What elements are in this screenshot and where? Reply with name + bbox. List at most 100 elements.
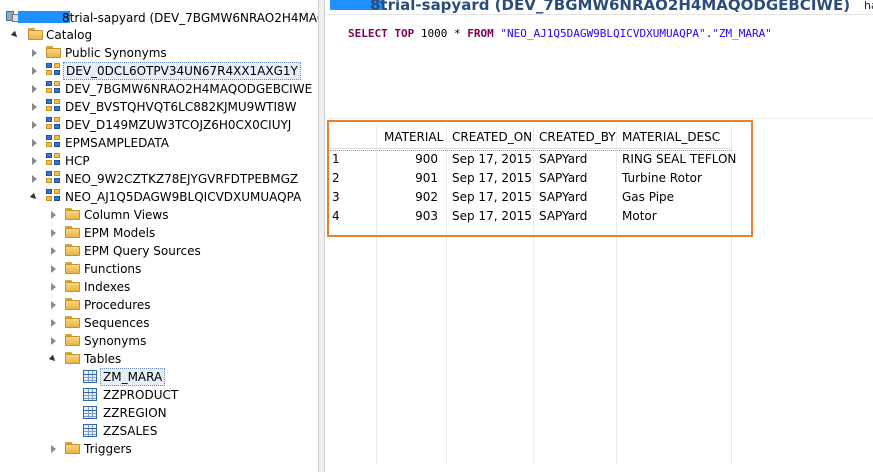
tree-item-label: Tables [84, 352, 122, 366]
folder-icon [65, 316, 80, 328]
sql-editor[interactable]: SELECT TOP 1000 * FROM "NEO_AJ1Q5DAGW9BL… [326, 14, 873, 118]
tree-item-label: NEO_AJ1Q5DAGW9BLQICVDXUMUAQPA [65, 190, 302, 204]
tree-item-schema-expanded[interactable]: NEO_AJ1Q5DAGW9BLQICVDXUMUAQPA [0, 188, 318, 206]
tree-item-table-zm-mara[interactable]: ZM_MARA [0, 368, 318, 386]
tree-catalog-label: Catalog [46, 28, 93, 42]
panel-splitter[interactable] [318, 0, 325, 472]
table-icon [83, 406, 97, 419]
schema-icon [46, 99, 62, 113]
tree-item-public-synonyms[interactable]: Public Synonyms [0, 44, 318, 62]
tree-item-schema[interactable]: DEV_7BGMW6NRAO2H4MAQODGEBCIWE [0, 80, 318, 98]
collapse-arrow-icon[interactable] [32, 175, 37, 183]
folder-icon [46, 46, 61, 58]
editor-host-label: hanatr [864, 0, 873, 12]
tree-item-schema[interactable]: DEV_D149MZUW3TCOJZ6H0CX0CIUYJ [0, 116, 318, 134]
tree-item-column-views[interactable]: Column Views [0, 206, 318, 224]
editor-title: 8trial-sapyard (DEV_7BGMW6NRAO2H4MAQODGE… [370, 0, 851, 14]
collapse-arrow-icon[interactable] [32, 67, 37, 75]
sql-statement[interactable]: SELECT TOP 1000 * FROM "NEO_AJ1Q5DAGW9BL… [348, 27, 772, 40]
tree-item-label: EPM Models [84, 226, 156, 240]
folder-icon [65, 244, 80, 256]
folder-icon [65, 352, 80, 364]
tree-item-label: Public Synonyms [65, 46, 167, 60]
collapse-arrow-icon[interactable] [51, 301, 56, 309]
sql-token: 1000 [420, 27, 448, 40]
collapse-arrow-icon[interactable] [32, 85, 37, 93]
tree-item-label: EPM Query Sources [84, 244, 201, 258]
tree-item-label: Functions [84, 262, 142, 276]
collapse-arrow-icon[interactable] [51, 319, 56, 327]
folder-icon [65, 280, 80, 292]
tree-item-label: ZZPRODUCT [103, 388, 179, 402]
sql-table-name: "ZM_MARA" [712, 27, 772, 40]
schema-icon [46, 153, 62, 167]
collapse-arrow-icon[interactable] [51, 229, 56, 237]
table-icon [83, 370, 97, 383]
expand-arrow-icon[interactable] [10, 30, 20, 40]
collapse-arrow-icon[interactable] [51, 283, 56, 291]
tree-item-synonyms[interactable]: Synonyms [0, 332, 318, 350]
tree-item-table[interactable]: ZZPRODUCT [0, 386, 318, 404]
collapse-arrow-icon[interactable] [51, 247, 56, 255]
collapse-arrow-icon[interactable] [32, 103, 37, 111]
tree-item-epm-models[interactable]: EPM Models [0, 224, 318, 242]
tree-item-table[interactable]: ZZREGION [0, 404, 318, 422]
schema-icon [46, 189, 62, 203]
folder-icon [28, 28, 43, 40]
catalog-tree-panel: 8trial-sapyard (DEV_7BGMW6NRAO2H4MAQO Ca… [0, 0, 318, 472]
tree-root-system[interactable]: 8trial-sapyard (DEV_7BGMW6NRAO2H4MAQO [0, 9, 318, 27]
collapse-arrow-icon[interactable] [32, 49, 37, 57]
tree-item-label: DEV_D149MZUW3TCOJZ6H0CX0CIUYJ [65, 118, 292, 132]
collapse-arrow-icon[interactable] [51, 265, 56, 273]
tree-item-label: ZM_MARA [100, 368, 166, 386]
sql-keyword: TOP [394, 27, 415, 40]
tree-item-label: Column Views [84, 208, 169, 222]
collapse-arrow-icon[interactable] [32, 139, 37, 147]
tree-item-epm-query-sources[interactable]: EPM Query Sources [0, 242, 318, 260]
collapse-arrow-icon[interactable] [51, 211, 56, 219]
tree-item-schema[interactable]: EPMSAMPLEDATA [0, 134, 318, 152]
collapse-arrow-icon[interactable] [51, 445, 56, 453]
tree-item-tables[interactable]: Tables [0, 350, 318, 368]
tree-item-label: ZZREGION [103, 406, 167, 420]
tree-item-label: Procedures [84, 298, 151, 312]
collapse-arrow-icon[interactable] [32, 121, 37, 129]
tree-root-label: 8trial-sapyard (DEV_7BGMW6NRAO2H4MAQO [62, 11, 318, 25]
sql-keyword: FROM [467, 27, 494, 40]
tree-item-table[interactable]: ZZSALES [0, 422, 318, 440]
tree-catalog[interactable]: Catalog [0, 26, 318, 44]
tree-item-schema[interactable]: NEO_9W2CZTKZ78EJYGVRFDTPEBMGZ [0, 170, 318, 188]
tree-item-label: Synonyms [84, 334, 147, 348]
schema-icon [46, 81, 62, 95]
table-icon [83, 424, 97, 437]
folder-icon [65, 226, 80, 238]
tree-item-schema[interactable]: DEV_0DCL6OTPV34UN67R4XX1AXG1Y [0, 62, 318, 80]
schema-icon [46, 63, 62, 77]
expand-arrow-icon[interactable] [48, 354, 58, 364]
collapse-arrow-icon[interactable] [51, 337, 56, 345]
folder-icon [65, 208, 80, 220]
expand-arrow-icon[interactable] [29, 192, 39, 202]
tree-item-triggers[interactable]: Triggers [0, 440, 318, 458]
schema-icon [46, 135, 62, 149]
tree-item-label: HCP [65, 154, 90, 168]
tree-item-label: NEO_9W2CZTKZ78EJYGVRFDTPEBMGZ [65, 172, 299, 186]
tree-item-procedures[interactable]: Procedures [0, 296, 318, 314]
tree-item-label: EPMSAMPLEDATA [65, 136, 169, 150]
schema-icon [46, 171, 62, 185]
tree-item-label: Triggers [84, 442, 132, 456]
table-icon [83, 388, 97, 401]
tree-item-label: Sequences [84, 316, 150, 330]
sql-token: * [454, 27, 461, 40]
tree-item-functions[interactable]: Functions [0, 260, 318, 278]
tree-item-label: DEV_0DCL6OTPV34UN67R4XX1AXG1Y [63, 62, 301, 80]
tree-item-sequences[interactable]: Sequences [0, 314, 318, 332]
tree-item-indexes[interactable]: Indexes [0, 278, 318, 296]
tree-item-schema[interactable]: DEV_BVSTQHVQT6LC882KJMU9WTI8W [0, 98, 318, 116]
sql-keyword: SELECT [348, 27, 388, 40]
highlight-annotation-box [327, 120, 753, 237]
sql-schema-name: "NEO_AJ1Q5DAGW9BLQICVDXUMUAQPA" [500, 27, 706, 40]
collapse-arrow-icon[interactable] [32, 157, 37, 165]
folder-icon [65, 442, 80, 454]
tree-item-schema[interactable]: HCP [0, 152, 318, 170]
